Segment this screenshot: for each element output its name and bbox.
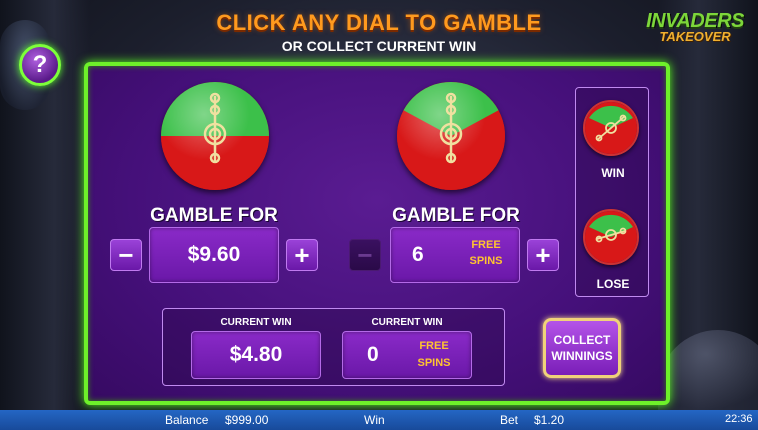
cash-decrease-button[interactable]: − [110,239,142,271]
help-icon: ? [32,51,48,78]
cash-gamble-dial[interactable] [161,82,269,190]
current-win-cash-label: CURRENT WIN [220,317,292,328]
collect-winnings-button[interactable]: COLLECT WINNINGS [543,318,621,378]
spins-increase-button[interactable]: + [527,239,559,271]
balance-value: $999.00 [225,413,269,427]
win-status-label: Win [364,413,385,427]
game-logo: INVADERS TAKEOVER [640,10,750,60]
balance-label: Balance [165,413,209,427]
spins-gamble-label: GAMBLE FOR [392,205,520,226]
collect-line2: WINNINGS [551,349,613,363]
lose-dial-icon [583,209,639,265]
bet-label: Bet [500,413,519,427]
spins-gamble-value: 6 [412,243,424,266]
collect-line1: COLLECT [553,333,611,347]
spins-unit-spins: SPINS [469,255,503,267]
win-dial-icon [583,100,639,156]
cash-gamble-value: $9.60 [187,243,241,266]
spins-unit-free: FREE [471,239,501,251]
free-spins-gamble-dial[interactable] [397,82,505,190]
current-win-cash-value: $4.80 [229,343,283,366]
lose-label: LOSE [596,277,630,291]
win-lose-legend: WIN LOSE [575,87,649,297]
current-win-spins-spins: SPINS [417,357,451,369]
bet-value: $1.20 [534,413,565,427]
current-win-spins-value: 0 [367,343,379,366]
cash-gamble-label: GAMBLE FOR [150,205,278,226]
status-bar: Balance $999.00 Win Bet $1.20 22:36 [0,410,758,430]
current-win-spins-label: CURRENT WIN [371,317,443,328]
clock: 22:36 [725,413,753,425]
cash-increase-button[interactable]: + [286,239,318,271]
current-win-spins-free: FREE [419,340,449,352]
win-label: WIN [601,166,625,180]
spins-decrease-button[interactable]: − [349,239,381,271]
help-button[interactable]: ? [19,44,61,86]
